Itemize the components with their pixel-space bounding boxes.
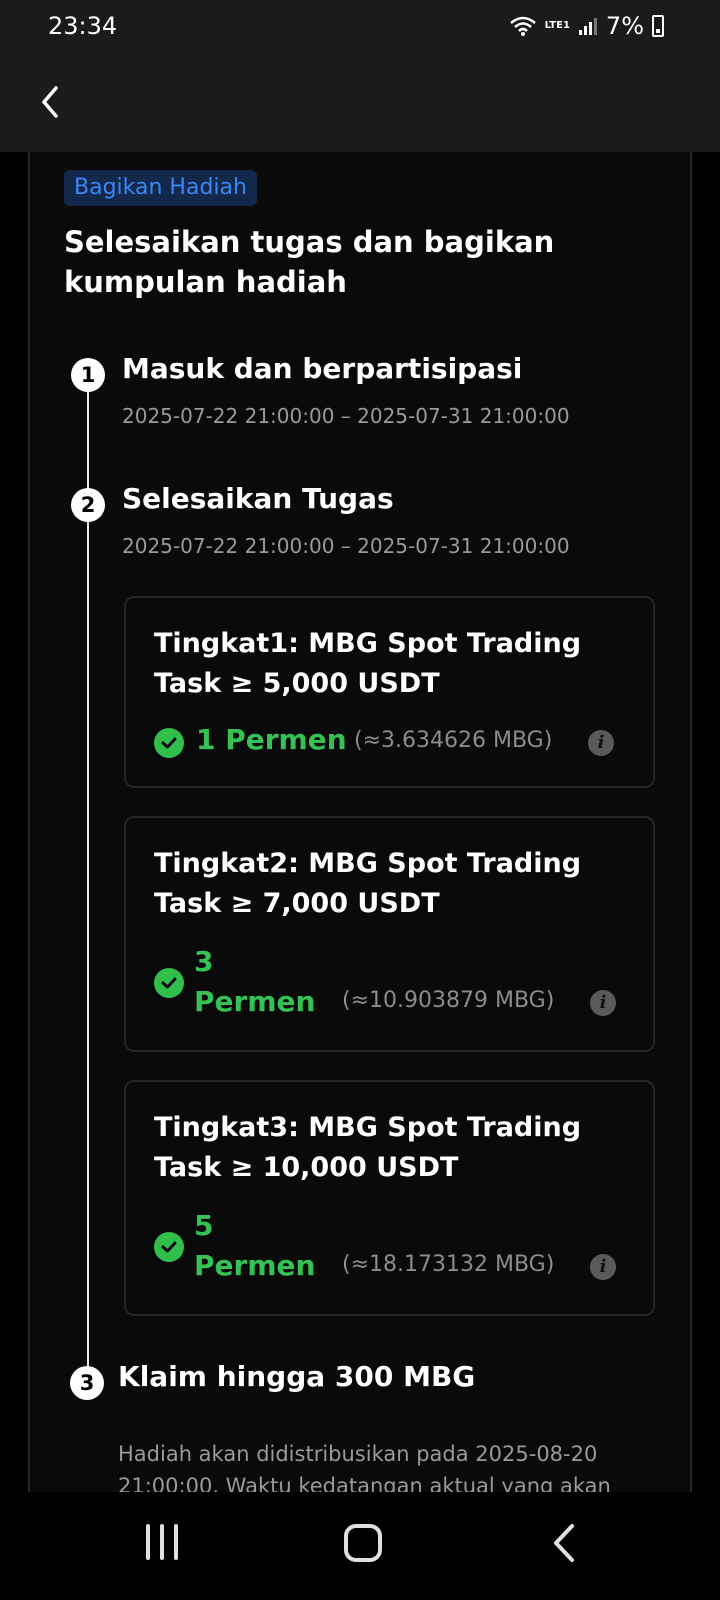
step-2-date: 2025-07-22 21:00:00 – 2025-07-31 21:00:0… [122,534,570,558]
status-time: 23:34 [48,12,118,40]
tier-card-1[interactable]: Tingkat1: MBG Spot Trading Task ≥ 5,000 … [124,596,655,788]
battery-percent: 7% [605,12,644,40]
check-circle-icon [154,968,184,998]
tier-title: Tingkat1: MBG Spot Trading Task ≥ 5,000 … [154,628,582,699]
system-back-button[interactable] [550,1522,578,1568]
reward-amount-number: 3 [194,945,214,978]
back-button[interactable] [28,76,72,128]
signal-icon [578,18,597,35]
reward-approx: (≈10.903879 MBG) [342,988,555,1013]
status-bar: 23:34 LTE1 7% [0,0,720,52]
page-headline: Selesaikan tugas dan bagikan kumpulan ha… [64,225,555,299]
check-circle-icon [154,728,184,758]
reward-amount-unit: Permen [194,1249,316,1282]
reward-approx: (≈18.173132 MBG) [342,1252,555,1277]
home-button[interactable] [344,1524,382,1562]
step-1-number: 1 [71,358,105,392]
tier-card-2[interactable]: Tingkat2: MBG Spot Trading Task ≥ 7,000 … [124,816,655,1052]
status-icons: LTE1 7% [509,12,664,40]
step-3-title: Klaim hingga 300 MBG [118,1360,476,1393]
timeline-line-2 [87,516,89,1384]
step-2-title: Selesaikan Tugas [122,482,394,515]
step-1-date: 2025-07-22 21:00:00 – 2025-07-31 21:00:0… [122,404,570,428]
content-area[interactable]: Bagikan Hadiah Selesaikan tugas dan bagi… [0,152,720,1492]
check-circle-icon [154,1232,184,1262]
step-2-number: 2 [71,488,105,522]
info-icon[interactable]: i [590,1254,616,1280]
info-icon[interactable]: i [588,730,614,756]
step-3-description: Hadiah akan didistribusikan pada 2025-08… [118,1442,611,1492]
step-1-title: Masuk dan berpartisipasi [122,352,523,385]
reward-amount: 1 Permen [196,723,347,756]
reward-amount-number: 5 [194,1209,214,1242]
system-nav-bar [0,1492,720,1600]
chevron-left-icon [554,1524,574,1562]
wifi-icon [509,16,536,36]
reward-amount-unit: Permen [194,985,316,1018]
tier-title: Tingkat3: MBG Spot Trading Task ≥ 10,000… [154,1112,582,1183]
info-icon[interactable]: i [590,990,616,1016]
recent-apps-icon [146,1524,150,1560]
battery-icon [652,15,664,37]
recent-apps-button[interactable] [146,1524,178,1560]
tier-title: Tingkat2: MBG Spot Trading Task ≥ 7,000 … [154,848,582,919]
step-3-number: 3 [70,1366,104,1400]
share-reward-badge: Bagikan Hadiah [64,170,257,206]
reward-approx: (≈3.634626 MBG) [354,728,553,753]
chevron-left-icon [42,86,58,118]
app-header [0,52,720,152]
tier-card-3[interactable]: Tingkat3: MBG Spot Trading Task ≥ 10,000… [124,1080,655,1316]
network-label: LTE1 [544,20,570,31]
